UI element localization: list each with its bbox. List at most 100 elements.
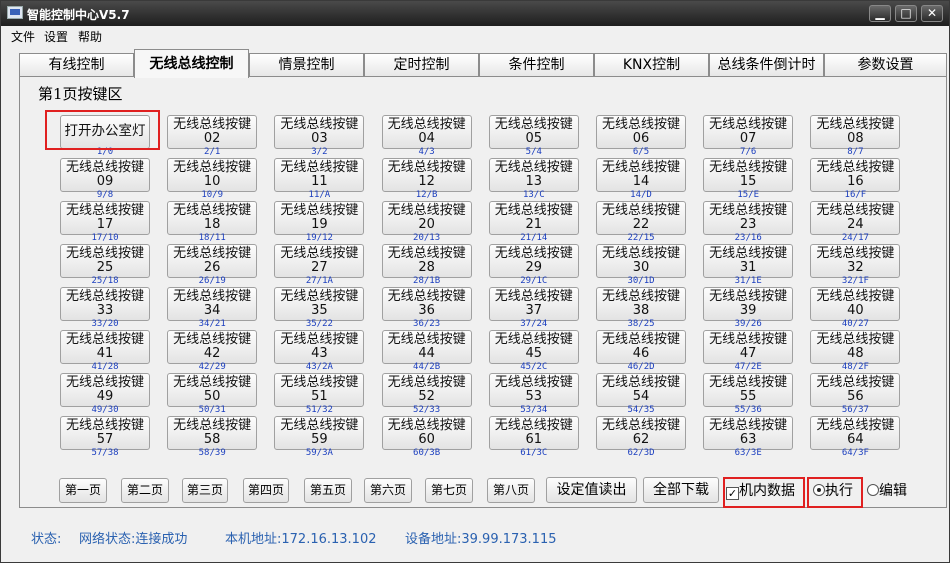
- bus-key-button[interactable]: 无线总线按键 11: [274, 158, 365, 192]
- bus-key-button[interactable]: 无线总线按键 25: [60, 244, 150, 278]
- bus-key-button[interactable]: 无线总线按键 34: [167, 287, 258, 321]
- bus-key-button[interactable]: 无线总线按键 58: [167, 416, 258, 450]
- bus-key-button[interactable]: 无线总线按键 59: [274, 416, 365, 450]
- bus-key-button[interactable]: 无线总线按键 20: [381, 201, 472, 235]
- execute-radio-dot[interactable]: [813, 484, 825, 496]
- bus-key-button[interactable]: 无线总线按键 29: [488, 244, 579, 278]
- tab-timer-control[interactable]: 定时控制: [364, 53, 479, 77]
- bus-key-button[interactable]: 无线总线按键 56: [810, 373, 901, 407]
- bus-key-button[interactable]: 无线总线按键 30: [596, 244, 686, 278]
- bus-key-button[interactable]: 无线总线按键 48: [810, 330, 901, 364]
- bus-key-button[interactable]: 无线总线按键 55: [703, 373, 794, 407]
- bus-key-button[interactable]: 无线总线按键 28: [381, 244, 472, 278]
- bus-key-button[interactable]: 无线总线按键 19: [274, 201, 365, 235]
- key-number: 12: [418, 174, 435, 189]
- bus-key-button[interactable]: 无线总线按键 41: [60, 330, 150, 364]
- page-button-3[interactable]: 第三页: [182, 478, 228, 503]
- bus-key-button[interactable]: 无线总线按键 64: [810, 416, 901, 450]
- bus-key-button[interactable]: 无线总线按键 18: [167, 201, 258, 235]
- bus-key-button[interactable]: 无线总线按键 63: [703, 416, 794, 450]
- bus-key: 无线总线按键 18 18/11: [167, 201, 258, 243]
- bus-key-button[interactable]: 无线总线按键 10: [167, 158, 258, 192]
- page-button-4[interactable]: 第四页: [243, 478, 289, 503]
- bus-key-button[interactable]: 无线总线按键 21: [488, 201, 579, 235]
- page-button-6[interactable]: 第六页: [364, 478, 412, 503]
- menu-settings[interactable]: 设置: [44, 28, 68, 45]
- bus-key-button[interactable]: 无线总线按键 13: [488, 158, 579, 192]
- download-all-button[interactable]: 全部下载: [643, 477, 719, 503]
- bus-key-button[interactable]: 无线总线按键 08: [810, 115, 901, 149]
- bus-key-button[interactable]: 无线总线按键 12: [381, 158, 472, 192]
- bus-key-button[interactable]: 无线总线按键 51: [274, 373, 365, 407]
- tab-parameter-settings[interactable]: 参数设置: [824, 53, 947, 77]
- bus-key-button[interactable]: 无线总线按键 60: [381, 416, 472, 450]
- bus-key-button[interactable]: 无线总线按键 09: [60, 158, 150, 192]
- close-button[interactable]: ✕: [921, 5, 943, 22]
- bus-key-button[interactable]: 无线总线按键 04: [381, 115, 472, 149]
- bus-key-button[interactable]: 无线总线按键 27: [274, 244, 365, 278]
- bus-key-button[interactable]: 无线总线按键 06: [596, 115, 686, 149]
- page-button-2[interactable]: 第二页: [121, 478, 169, 503]
- bus-key-button[interactable]: 无线总线按键 33: [60, 287, 150, 321]
- bus-key-button[interactable]: 无线总线按键 32: [810, 244, 901, 278]
- tab-knx-control[interactable]: KNX控制: [594, 53, 709, 77]
- bus-key-button[interactable]: 无线总线按键 36: [381, 287, 472, 321]
- internal-data-checkbox[interactable]: ✓ 机内数据: [726, 479, 795, 505]
- key-address: 20/13: [413, 233, 441, 243]
- bus-key-button[interactable]: 无线总线按键 61: [488, 416, 579, 450]
- bus-key-button[interactable]: 无线总线按键 07: [703, 115, 794, 149]
- bus-key-button[interactable]: 无线总线按键 42: [167, 330, 258, 364]
- bus-key-button[interactable]: 无线总线按键 31: [703, 244, 794, 278]
- bus-key-button[interactable]: 无线总线按键 54: [596, 373, 686, 407]
- bus-key-button[interactable]: 无线总线按键 03: [274, 115, 365, 149]
- bus-key-button[interactable]: 无线总线按键 15: [703, 158, 794, 192]
- bus-key-button[interactable]: 无线总线按键 16: [810, 158, 901, 192]
- bus-key-button[interactable]: 无线总线按键 22: [596, 201, 686, 235]
- maximize-button[interactable]: □: [895, 5, 917, 22]
- bus-key-button[interactable]: 无线总线按键 02: [167, 115, 258, 149]
- bus-key-button[interactable]: 无线总线按键 05: [488, 115, 579, 149]
- bus-key-button[interactable]: 无线总线按键 37: [488, 287, 579, 321]
- bus-key-button[interactable]: 无线总线按键 47: [703, 330, 794, 364]
- checkbox-box[interactable]: ✓: [726, 487, 739, 500]
- menu-help[interactable]: 帮助: [78, 28, 102, 45]
- page-button-1[interactable]: 第一页: [59, 478, 107, 503]
- bus-key-button[interactable]: 无线总线按键 43: [274, 330, 365, 364]
- page-button-5[interactable]: 第五页: [304, 478, 352, 503]
- key-number: 19: [311, 217, 328, 232]
- bus-key-button[interactable]: 无线总线按键 24: [810, 201, 901, 235]
- bus-key: 无线总线按键 02 2/1: [167, 115, 258, 157]
- bus-key-button[interactable]: 无线总线按键 17: [60, 201, 150, 235]
- key-label: 无线总线按键: [601, 203, 680, 218]
- bus-key-button[interactable]: 无线总线按键 40: [810, 287, 901, 321]
- bus-key-button[interactable]: 无线总线按键 49: [60, 373, 150, 407]
- tab-condition-control[interactable]: 条件控制: [479, 53, 594, 77]
- bus-key-button[interactable]: 无线总线按键 52: [381, 373, 472, 407]
- page-button-7[interactable]: 第七页: [425, 478, 473, 503]
- bus-key-button[interactable]: 无线总线按键 38: [596, 287, 686, 321]
- read-settings-button[interactable]: 设定值读出: [546, 477, 637, 503]
- edit-radio-dot[interactable]: [867, 484, 879, 496]
- tab-bus-condition-countdown[interactable]: 总线条件倒计时: [709, 53, 824, 77]
- edit-radio[interactable]: 编辑: [867, 479, 907, 505]
- bus-key-button[interactable]: 无线总线按键 45: [488, 330, 579, 364]
- bus-key-button[interactable]: 无线总线按键 44: [381, 330, 472, 364]
- minimize-button[interactable]: ▁: [869, 5, 891, 22]
- execute-radio[interactable]: 执行: [813, 479, 853, 505]
- bus-key-button[interactable]: 无线总线按键 46: [596, 330, 686, 364]
- page-button-8[interactable]: 第八页: [487, 478, 535, 503]
- key-label: 无线总线按键: [494, 117, 573, 132]
- tab-wireless-bus-control[interactable]: 无线总线控制: [134, 49, 249, 78]
- bus-key-button[interactable]: 无线总线按键 39: [703, 287, 794, 321]
- bus-key-button[interactable]: 无线总线按键 53: [488, 373, 579, 407]
- bus-key-button[interactable]: 无线总线按键 62: [596, 416, 686, 450]
- bus-key-button[interactable]: 无线总线按键 26: [167, 244, 258, 278]
- tab-wired-control[interactable]: 有线控制: [19, 53, 134, 77]
- bus-key-button[interactable]: 无线总线按键 35: [274, 287, 365, 321]
- menu-file[interactable]: 文件: [11, 28, 35, 45]
- bus-key-button[interactable]: 无线总线按键 50: [167, 373, 258, 407]
- bus-key-button[interactable]: 无线总线按键 14: [596, 158, 686, 192]
- bus-key-button[interactable]: 无线总线按键 23: [703, 201, 794, 235]
- tab-scene-control[interactable]: 情景控制: [249, 53, 364, 77]
- bus-key-button[interactable]: 无线总线按键 57: [60, 416, 150, 450]
